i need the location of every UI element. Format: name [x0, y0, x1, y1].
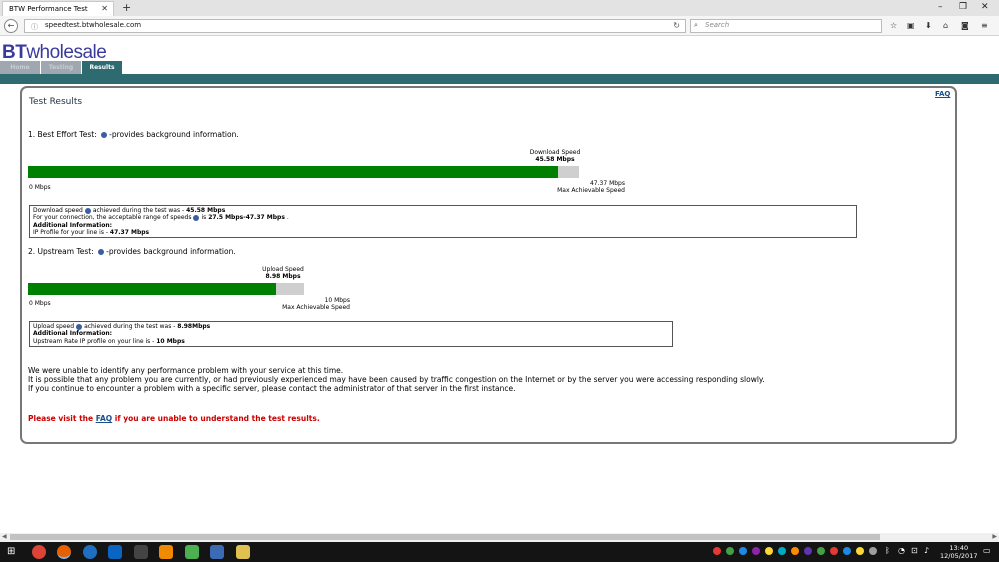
bookmark-star-icon[interactable]: ☆ — [890, 21, 897, 30]
download-min-label: 0 Mbps — [29, 184, 51, 191]
page-title: Test Results — [29, 97, 83, 107]
header-band — [0, 74, 999, 84]
tray-app-icon[interactable] — [752, 547, 760, 555]
search-input[interactable]: ⌕ Search — [690, 19, 882, 33]
tray-app-icon[interactable] — [713, 547, 721, 555]
download-info-box: Download speed achieved during the test w… — [29, 205, 857, 238]
minimize-icon[interactable]: – — [938, 2, 943, 12]
download-bar-track — [28, 166, 579, 178]
new-tab-button[interactable]: + — [122, 1, 131, 14]
tray-app-icon[interactable] — [765, 547, 773, 555]
tray-app-icon[interactable] — [817, 547, 825, 555]
message-line: We were unable to identify any performan… — [28, 366, 344, 375]
restore-icon[interactable]: ❐ — [959, 2, 967, 12]
pocket-icon[interactable]: ◙ — [961, 21, 969, 30]
windows-taskbar: ⊞ ᛒ ◔ ⊡ ♪ 13:40 12/05/2017 ▭ — [0, 542, 999, 562]
firefox-icon[interactable] — [57, 545, 71, 559]
tray-app-icon[interactable] — [739, 547, 747, 555]
back-button[interactable]: ← — [4, 19, 18, 33]
reload-icon[interactable]: ↻ — [673, 21, 680, 30]
taskbar-clock[interactable]: 13:40 12/05/2017 — [940, 544, 977, 560]
file-explorer-icon[interactable] — [236, 545, 250, 559]
notifications-icon[interactable]: ▭ — [983, 546, 991, 555]
tray-app-icon[interactable] — [791, 547, 799, 555]
upload-bar-track — [28, 283, 304, 295]
tray-app-icon[interactable] — [778, 547, 786, 555]
bluetooth-icon[interactable]: ᛒ — [885, 546, 890, 555]
tab-testing[interactable]: Testing — [41, 61, 81, 74]
wifi-icon[interactable]: ◔ — [898, 546, 905, 555]
tab-home[interactable]: Home — [0, 61, 40, 74]
browser-tab[interactable]: BTW Performance Test ✕ — [2, 1, 114, 16]
help-icon[interactable] — [193, 214, 200, 221]
mail-icon[interactable] — [134, 545, 148, 559]
windows-start-icon[interactable]: ⊞ — [7, 546, 15, 557]
close-window-icon[interactable]: ✕ — [981, 2, 989, 12]
menu-icon[interactable]: ≡ — [981, 21, 988, 30]
upload-bar-fill — [28, 283, 276, 295]
browser-tab-bar: BTW Performance Test ✕ + – ❐ ✕ — [0, 0, 999, 16]
best-effort-heading: 1. Best Effort Test: -provides backgroun… — [28, 130, 239, 139]
faq-link[interactable]: FAQ — [935, 90, 950, 98]
message-line: If you continue to encounter a problem w… — [28, 384, 516, 393]
browser-nav-bar: ← ⓘ speedtest.btwholesale.com ↻ ⌕ Search… — [0, 16, 999, 36]
scroll-left-icon[interactable]: ◀ — [2, 533, 7, 540]
upstream-heading: 2. Upstream Test: -provides background i… — [28, 247, 236, 256]
edge-icon[interactable] — [83, 545, 97, 559]
faq-notice: Please visit the FAQ if you are unable t… — [28, 414, 320, 423]
search-placeholder: Search — [705, 21, 730, 29]
upload-info-box: Upload speed achieved during the test was… — [29, 321, 673, 347]
browser-tab-title: BTW Performance Test — [9, 5, 88, 13]
download-speed-value: 45.58 Mbps — [535, 156, 575, 163]
scrollbar-thumb[interactable] — [10, 534, 880, 540]
close-tab-icon[interactable]: ✕ — [101, 4, 108, 13]
site-info-icon[interactable]: ⓘ — [31, 22, 38, 32]
faq-inline-link[interactable]: FAQ — [96, 414, 112, 423]
download-speed-label: Download Speed 45.58 Mbps — [520, 149, 590, 163]
tray-app-icon[interactable] — [869, 547, 877, 555]
vlc-icon[interactable] — [159, 545, 173, 559]
help-icon[interactable] — [98, 249, 105, 255]
help-icon[interactable] — [84, 207, 91, 214]
home-icon[interactable]: ⌂ — [943, 21, 948, 30]
chrome-icon[interactable] — [32, 545, 46, 559]
upload-min-label: 0 Mbps — [29, 300, 51, 307]
message-line: It is possible that any problem you are … — [28, 375, 765, 384]
reading-list-icon[interactable]: ▣ — [907, 21, 915, 30]
upload-speed-label: Upload Speed 8.98 Mbps — [250, 266, 316, 280]
url-text: speedtest.btwholesale.com — [45, 21, 142, 29]
download-max-label: 47.37 Mbps Max Achievable Speed — [557, 180, 625, 194]
downloads-icon[interactable]: ⬇ — [925, 21, 932, 30]
help-icon[interactable] — [76, 323, 83, 330]
outlook-icon[interactable] — [108, 545, 122, 559]
scroll-right-icon[interactable]: ▶ — [992, 533, 997, 540]
search-icon: ⌕ — [694, 21, 698, 29]
tray-app-icon[interactable] — [830, 547, 838, 555]
tray-app-icon[interactable] — [804, 547, 812, 555]
result-message: We were unable to identify any performan… — [28, 366, 765, 393]
address-bar[interactable]: ⓘ speedtest.btwholesale.com ↻ — [24, 19, 686, 33]
tray-app-icon[interactable] — [856, 547, 864, 555]
help-icon[interactable] — [101, 132, 108, 138]
upload-speed-value: 8.98 Mbps — [265, 273, 301, 280]
spreadsheet-icon[interactable] — [185, 545, 199, 559]
upload-max-label: 10 Mbps Max Achievable Speed — [282, 297, 350, 311]
horizontal-scrollbar[interactable]: ◀ ▶ — [0, 533, 999, 542]
network-icon[interactable]: ⊡ — [911, 546, 918, 555]
tab-results[interactable]: Results — [82, 61, 122, 74]
volume-icon[interactable]: ♪ — [924, 546, 929, 555]
tray-app-icon[interactable] — [726, 547, 734, 555]
network-app-icon[interactable] — [210, 545, 224, 559]
download-bar-fill — [28, 166, 559, 178]
tray-app-icon[interactable] — [843, 547, 851, 555]
